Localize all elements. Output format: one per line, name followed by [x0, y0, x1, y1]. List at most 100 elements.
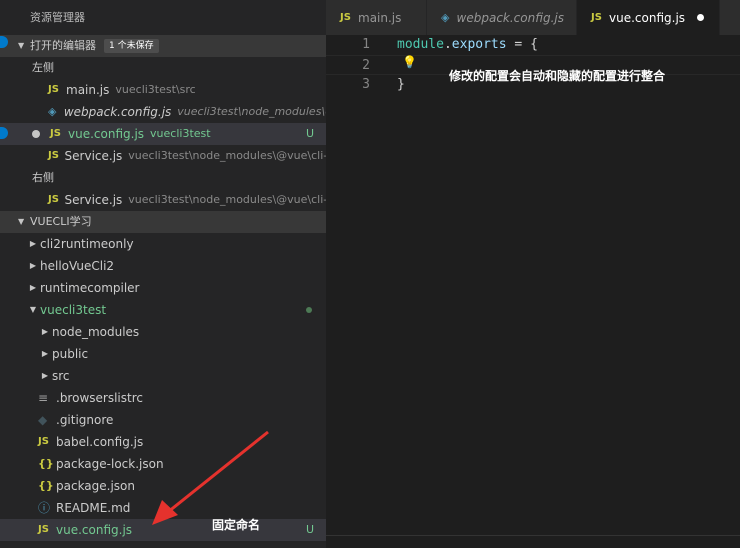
info-file-icon: ⓘ: [38, 501, 51, 515]
chevron-right-icon: ▶: [41, 327, 49, 336]
annotation-merge-note: 修改的配置会自动和隐藏的配置进行整合: [449, 69, 666, 83]
json-file-icon: {}: [38, 457, 54, 470]
code-editor[interactable]: 1 module.exports = { 2 💡 3 }: [326, 35, 740, 548]
line-number: 1: [362, 37, 370, 52]
folder-name: helloVueCli2: [40, 259, 115, 273]
explorer-title: 资源管理器: [30, 11, 85, 24]
git-status-untracked: U: [305, 127, 314, 140]
folder-vuecli3test[interactable]: ▼ vuecli3test: [0, 299, 326, 321]
text-file-icon: ≡: [38, 391, 49, 405]
unsaved-dot-icon[interactable]: [697, 14, 705, 21]
folder-runtimecompiler[interactable]: ▶ runtimecompiler: [0, 277, 326, 299]
tab-main-js[interactable]: JS main.js: [326, 0, 427, 35]
folder-name: node_modules: [52, 325, 140, 339]
file-name: README.md: [56, 501, 131, 515]
file-name: package.json: [56, 479, 136, 493]
file-name: Service.js: [64, 193, 123, 207]
file-package-json[interactable]: {} package.json: [0, 475, 326, 497]
open-editor-service-js-left[interactable]: JS Service.js vuecli3test\node_modules\@…: [0, 145, 326, 167]
file-name: .browserslistrc: [56, 391, 143, 405]
folder-name: public: [52, 347, 89, 361]
folder-name: vuecli3test: [40, 303, 107, 317]
chevron-down-icon: ▼: [18, 217, 25, 226]
project-title: VUECLI学习: [30, 215, 92, 228]
file-readme[interactable]: ⓘ README.md: [0, 497, 326, 519]
file-name: vue.config.js: [68, 127, 145, 141]
file-vue-config[interactable]: JS vue.config.js U: [0, 519, 326, 541]
tab-label: vue.config.js: [609, 10, 686, 25]
json-file-icon: {}: [38, 479, 54, 492]
webpack-icon: ◈: [48, 105, 57, 118]
folder-name: cli2runtimeonly: [40, 237, 134, 251]
file-path: vuecli3test\node_modules\@vue\cli-s...: [128, 193, 326, 206]
file-name: webpack.config.js: [63, 105, 172, 119]
folder-cli2runtimeonly[interactable]: ▶ cli2runtimeonly: [0, 233, 326, 255]
file-babel-config[interactable]: JS babel.config.js: [0, 431, 326, 453]
tab-vue-config[interactable]: JS vue.config.js: [577, 0, 720, 35]
code-line: 1 module.exports = {: [326, 35, 740, 55]
editor-tabs: JS main.js ◈ webpack.config.js JS vue.co…: [326, 0, 740, 35]
webpack-icon: ◈: [441, 11, 450, 24]
js-file-icon: JS: [48, 150, 59, 161]
code-text: module.exports = {: [397, 37, 538, 52]
open-editors-title: 打开的编辑器: [30, 39, 96, 52]
open-editors-header[interactable]: ▼ 打开的编辑器 1 个未保存: [0, 35, 326, 57]
folder-name: src: [52, 369, 70, 383]
chevron-right-icon: ▶: [29, 283, 37, 292]
open-editor-webpack-config[interactable]: ◈ webpack.config.js vuecli3test\node_mod…: [0, 101, 326, 123]
file-name: .gitignore: [56, 413, 114, 427]
js-file-icon: JS: [38, 524, 49, 535]
folder-src[interactable]: ▶ src: [0, 365, 326, 387]
open-editor-service-js-right[interactable]: JS Service.js vuecli3test\node_modules\@…: [0, 189, 326, 211]
js-file-icon: JS: [38, 436, 49, 447]
file-path: vuecli3test\node_modules\@...: [177, 105, 326, 118]
chevron-down-icon: ▼: [18, 41, 25, 50]
open-editor-main-js[interactable]: JS main.js vuecli3test\src: [0, 79, 326, 101]
chevron-right-icon: ▶: [29, 261, 37, 270]
js-file-icon: JS: [48, 194, 59, 205]
lightbulb-icon[interactable]: 💡: [402, 55, 417, 69]
git-status-untracked: U: [305, 523, 314, 536]
tab-overflow[interactable]: [720, 0, 740, 35]
file-path: vuecli3test\src: [115, 83, 196, 96]
project-header[interactable]: ▼ VUECLI学习: [0, 211, 326, 233]
line-number: 2: [362, 58, 370, 73]
editor-scroll-border: [326, 535, 740, 536]
git-file-icon: ◆: [38, 413, 48, 427]
folder-name: runtimecompiler: [40, 281, 140, 295]
unsaved-dot-icon[interactable]: [32, 130, 40, 138]
folder-hellovuecli2[interactable]: ▶ helloVueCli2: [0, 255, 326, 277]
file-name: vue.config.js: [56, 523, 133, 537]
file-path: vuecli3test\node_modules\@vue\cli-s...: [128, 149, 326, 162]
js-file-icon: JS: [591, 12, 602, 23]
tab-label: main.js: [358, 10, 402, 25]
file-path: vuecli3test: [150, 127, 211, 140]
file-name: babel.config.js: [56, 435, 144, 449]
chevron-right-icon: ▶: [41, 349, 49, 358]
file-name: main.js: [66, 83, 110, 97]
unsaved-badge: 1 个未保存: [104, 39, 159, 53]
folder-public[interactable]: ▶ public: [0, 343, 326, 365]
group-label-right: 右侧: [32, 171, 54, 184]
tab-webpack-config[interactable]: ◈ webpack.config.js: [427, 0, 577, 35]
chevron-down-icon: ▼: [29, 305, 37, 314]
file-package-lock[interactable]: {} package-lock.json: [0, 453, 326, 475]
file-name: package-lock.json: [56, 457, 164, 471]
file-browserslistrc[interactable]: ≡ .browserslistrc: [0, 387, 326, 409]
chevron-right-icon: ▶: [41, 371, 49, 380]
annotation-fixed-name: 固定命名: [212, 518, 261, 532]
folder-node-modules[interactable]: ▶ node_modules: [0, 321, 326, 343]
code-text: }: [397, 77, 405, 92]
line-number: 3: [362, 77, 370, 92]
file-gitignore[interactable]: ◆ .gitignore: [0, 409, 326, 431]
git-changes-dot: [306, 307, 312, 313]
chevron-right-icon: ▶: [29, 239, 37, 248]
tab-label: webpack.config.js: [456, 10, 564, 25]
js-file-icon: JS: [50, 128, 61, 139]
explorer-sidebar: 资源管理器 ▼ 打开的编辑器 1 个未保存 左侧 JS main.js vuec…: [0, 0, 326, 548]
open-editor-vue-config[interactable]: JS vue.config.js vuecli3test U: [0, 123, 326, 145]
js-file-icon: JS: [340, 12, 351, 23]
file-name: Service.js: [64, 149, 123, 163]
js-file-icon: JS: [48, 84, 59, 95]
group-label-left: 左侧: [32, 61, 54, 74]
